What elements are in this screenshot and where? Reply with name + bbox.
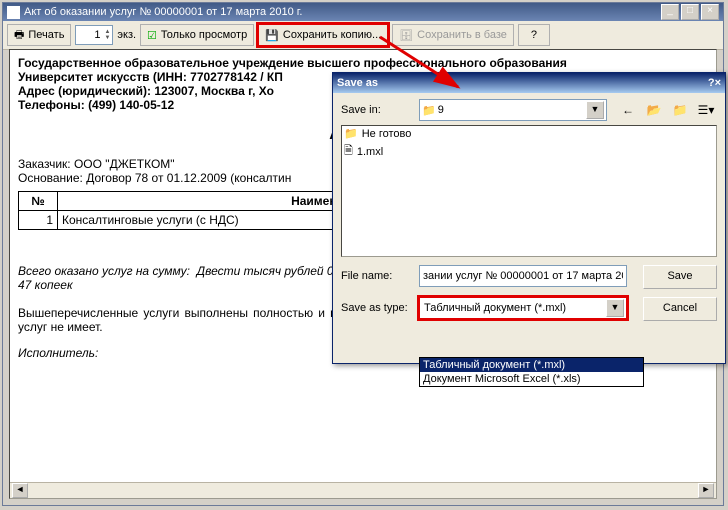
dialog-help-button[interactable]: ? (708, 77, 715, 89)
org-name: Государственное образовательное учрежден… (18, 56, 708, 70)
hscrollbar[interactable]: ◄ ► (10, 482, 716, 498)
preview-button[interactable]: ☑ Только просмотр (140, 24, 254, 46)
back-icon[interactable]: ← (617, 99, 639, 121)
save-copy-label: Сохранить копию... (283, 29, 381, 41)
maximize-button[interactable]: □ (681, 4, 699, 20)
new-folder-icon[interactable]: 📁 (669, 99, 691, 121)
tel-value: (499) 140-05-12 (88, 98, 174, 112)
scroll-right-icon[interactable]: ► (698, 483, 714, 498)
save-as-dialog: Save as ? × Save in: 📁 9 ▼ ← 📂 📁 ☰▾ 📁 Не… (332, 72, 726, 364)
dialog-close-button[interactable]: × (715, 77, 721, 89)
print-label: Печать (28, 29, 64, 41)
chevron-down-icon[interactable]: ▼ (586, 101, 604, 119)
window-title: Акт об оказании услуг № 00000001 от 17 м… (24, 6, 302, 18)
save-button[interactable]: Save (643, 265, 717, 289)
help-label: ? (531, 29, 537, 41)
copies-spinbox[interactable]: ▲▼ (75, 25, 113, 45)
save-in-row: Save in: 📁 9 ▼ ← 📂 📁 ☰▾ (341, 99, 717, 121)
tel-label: Телефоны: (18, 98, 85, 112)
customer-value: ООО "ДЖЕТКОМ" (74, 157, 175, 171)
save-type-dropdown[interactable]: Табличный документ (*.mxl) Документ Micr… (419, 357, 644, 387)
cell-num: 1 (19, 211, 58, 230)
customer-label: Заказчик: (18, 157, 71, 171)
close-button[interactable]: × (701, 4, 719, 20)
checkbox-icon: ☑ (147, 29, 157, 42)
list-item[interactable]: 🗎 1.mxl (342, 141, 716, 162)
file-list[interactable]: 📁 Не готово 🗎 1.mxl (341, 125, 717, 257)
save-type-label: Save as type: (341, 302, 413, 314)
basis-label: Основание: (18, 171, 83, 185)
copies-input[interactable] (78, 28, 102, 42)
file-name-input[interactable] (419, 265, 627, 287)
floppy-icon: 💾 (265, 29, 279, 42)
item-label: Не готово (362, 128, 412, 140)
document-icon (7, 6, 20, 19)
cancel-button[interactable]: Cancel (643, 297, 717, 321)
up-folder-icon[interactable]: 📂 (643, 99, 665, 121)
save-type-combo[interactable]: Табличный документ (*.mxl) ▼ (419, 297, 627, 319)
dialog-titlebar: Save as ? × (333, 73, 725, 93)
toolbar: 🖶 Печать ▲▼ экз. ☑ Только просмотр 💾 Сох… (3, 21, 723, 50)
mxl-file-icon: 🗎 (344, 142, 353, 161)
save-in-combo[interactable]: 📁 9 ▼ (419, 99, 607, 121)
item-label: 1.mxl (357, 146, 383, 158)
save-in-value: 9 (436, 104, 586, 116)
dropdown-option[interactable]: Табличный документ (*.mxl) (420, 358, 643, 372)
minimize-button[interactable]: _ (661, 4, 679, 20)
main-titlebar: Акт об оказании услуг № 00000001 от 17 м… (3, 3, 723, 21)
nav-icons: ← 📂 📁 ☰▾ (617, 99, 717, 121)
basis-value: Договор 78 от 01.12.2009 (консалтин (86, 171, 291, 185)
print-button[interactable]: 🖶 Печать (7, 24, 71, 46)
copies-suffix: экз. (117, 29, 136, 41)
dialog-body: Save in: 📁 9 ▼ ← 📂 📁 ☰▾ 📁 Не готово 🗎 1.… (333, 93, 725, 353)
dropdown-option[interactable]: Документ Microsoft Excel (*.xls) (420, 372, 643, 386)
save-copy-button[interactable]: 💾 Сохранить копию... (258, 24, 388, 46)
total-prefix: Всего оказано услуг на сумму: (18, 264, 190, 278)
save-in-label: Save in: (341, 104, 413, 116)
spinbox-arrows[interactable]: ▲▼ (104, 29, 110, 41)
views-icon[interactable]: ☰▾ (695, 99, 717, 121)
printer-icon: 🖶 (14, 26, 24, 45)
addr-value: 123007, Москва г, Хо (154, 84, 274, 98)
file-name-label: File name: (341, 270, 413, 282)
save-db-button: 🗄 Сохранить в базе (392, 24, 514, 46)
scroll-left-icon[interactable]: ◄ (12, 483, 28, 498)
folder-icon: 📁 (422, 104, 436, 117)
addr-label: Адрес (юридический): (18, 84, 151, 98)
preview-label: Только просмотр (161, 29, 247, 41)
help-button[interactable]: ? (518, 24, 550, 46)
col-num: № (19, 192, 58, 211)
db-icon: 🗄 (399, 29, 413, 42)
chevron-down-icon[interactable]: ▼ (606, 299, 624, 317)
save-type-value: Табличный документ (*.mxl) (422, 302, 606, 314)
dialog-title: Save as (337, 77, 378, 89)
list-item[interactable]: 📁 Не готово (342, 126, 716, 141)
save-db-label: Сохранить в базе (417, 29, 507, 41)
folder-closed-icon: 📁 (344, 127, 358, 140)
